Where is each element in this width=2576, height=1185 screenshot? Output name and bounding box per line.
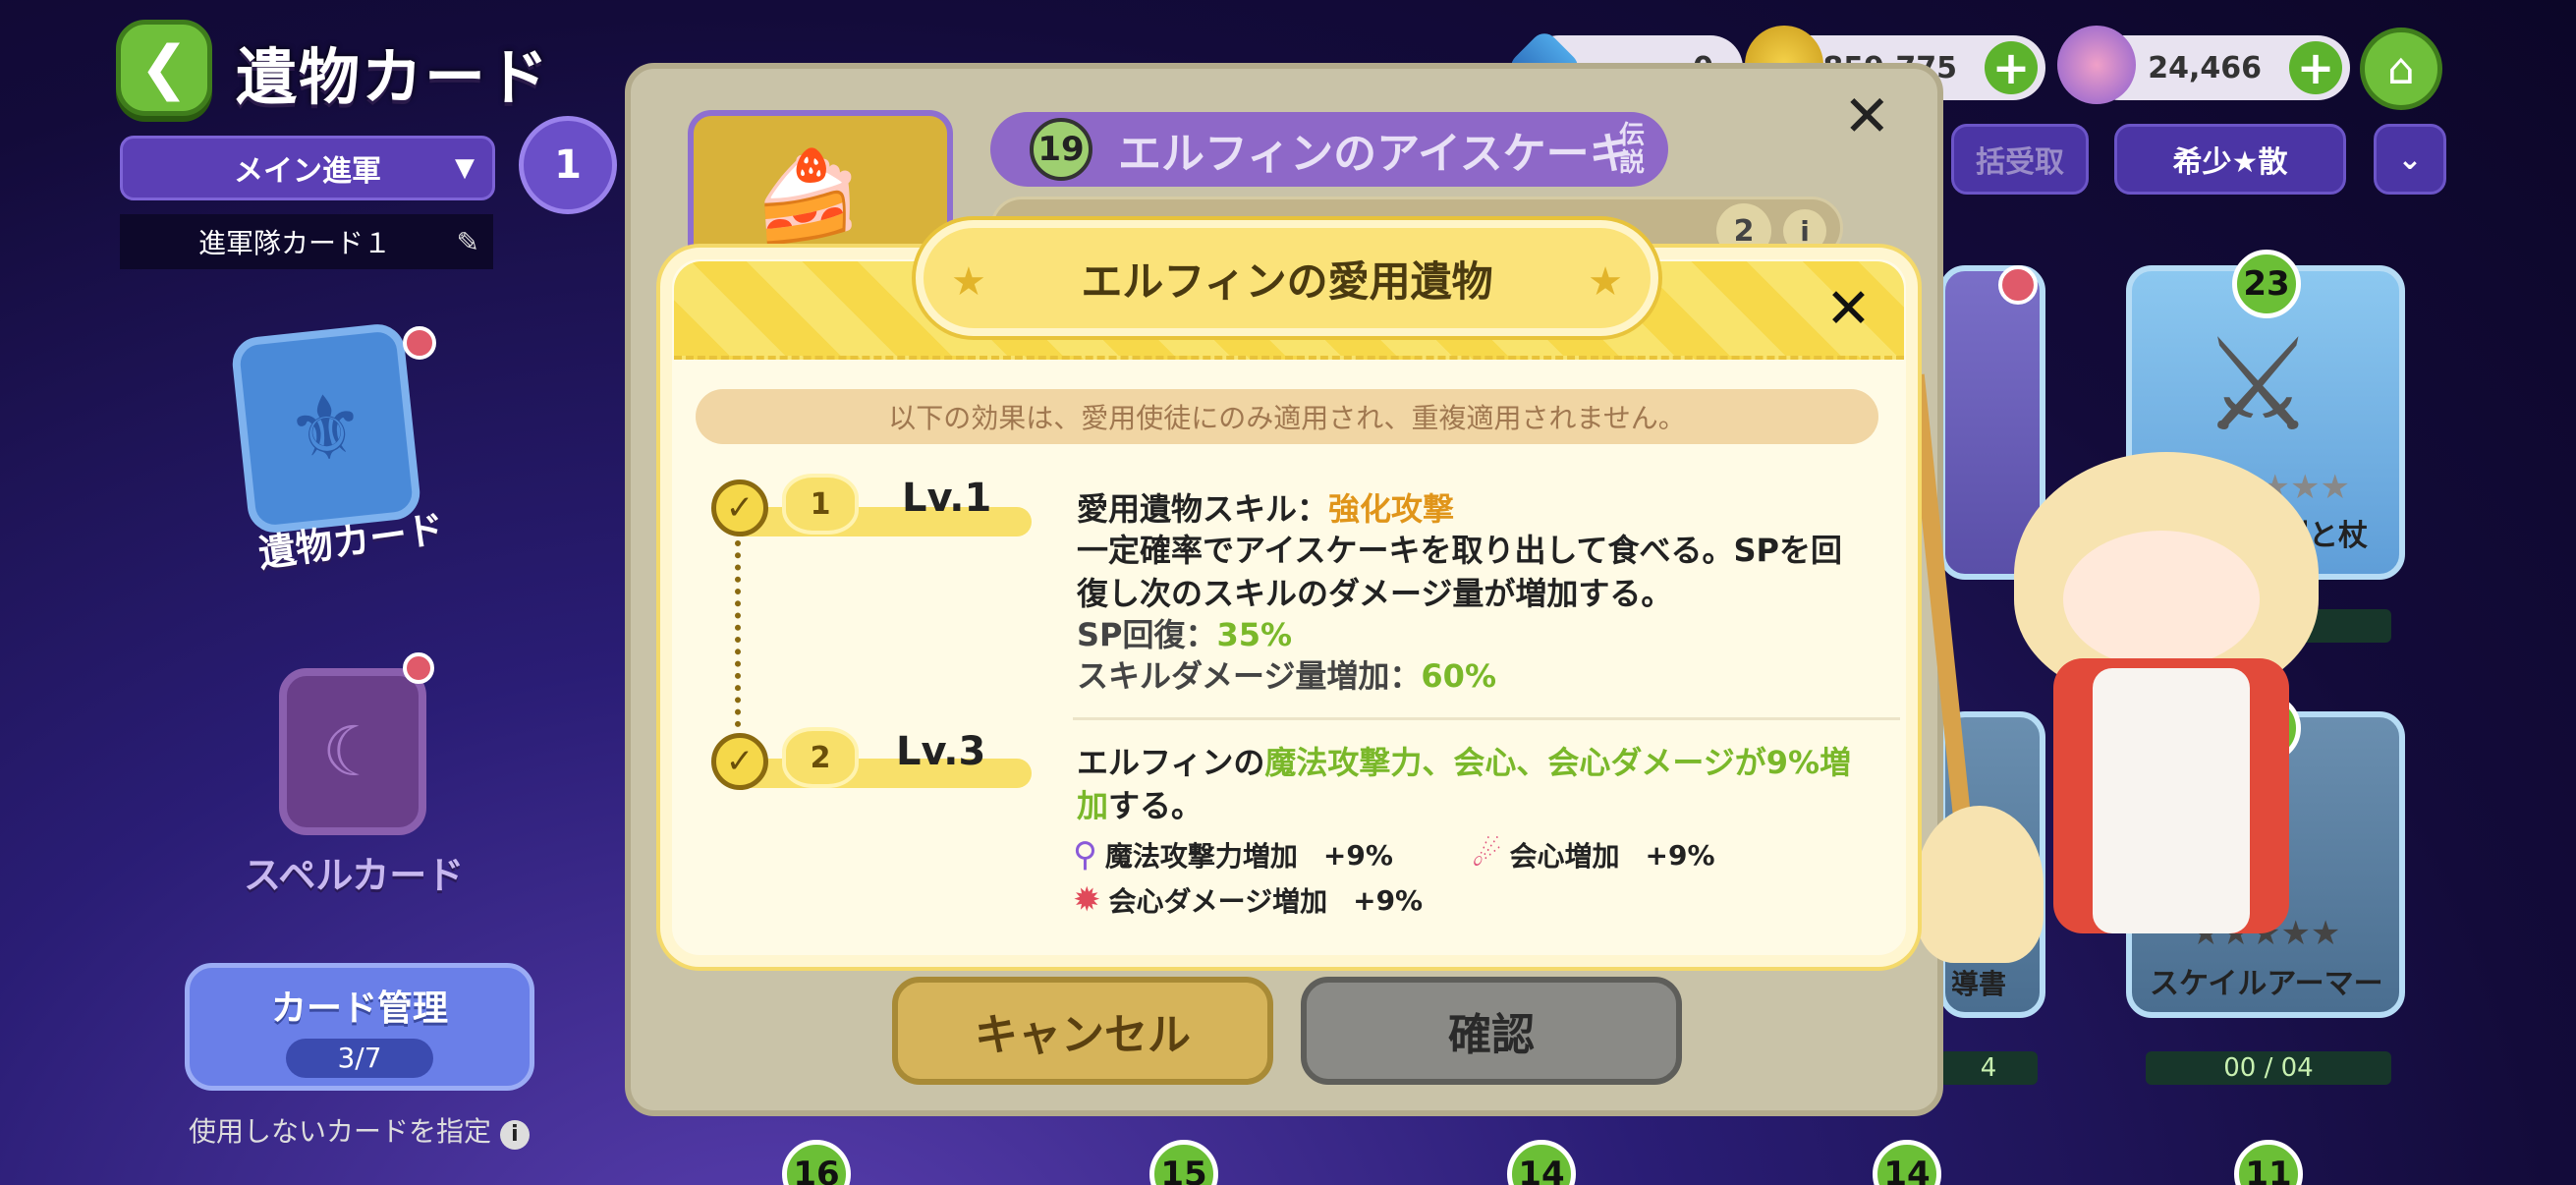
flower-counter: 24,466 +: [2057, 26, 2350, 104]
close-icon[interactable]: ✕: [1843, 83, 1891, 149]
bulk-collect-tab[interactable]: 括受取: [1951, 124, 2089, 195]
info-icon: i: [499, 1120, 530, 1150]
double-chevron-down-icon: ⌄: [2397, 141, 2423, 177]
tier-connector: [735, 540, 741, 727]
dialog-title: ★ エルフィンの愛用遺物 ★: [916, 220, 1658, 336]
rarity-label: 伝説: [1619, 121, 1646, 178]
cake-icon: 🍰: [753, 145, 864, 249]
add-gold-button[interactable]: +: [1985, 41, 2038, 94]
new-badge-icon: [403, 652, 434, 684]
level-badge: 19: [1030, 118, 1092, 181]
tier-step-badge: 1: [782, 474, 859, 535]
deck-number-button[interactable]: 1: [519, 116, 617, 214]
manage-count: 3/7: [286, 1039, 433, 1078]
relic-image: 🍰: [688, 110, 953, 267]
card-manage-button[interactable]: カード管理 3/7: [185, 963, 534, 1091]
cancel-button[interactable]: キャンセル: [892, 977, 1273, 1085]
magic-wand-icon: ⚲: [1073, 835, 1097, 875]
character-illustration: [1906, 373, 2456, 963]
tier-level: Lv.1: [902, 476, 992, 521]
card-count: 4: [1939, 1051, 2038, 1085]
tier1-stat-sp: SP回復：35%: [1077, 616, 1293, 653]
confirm-button[interactable]: 確認: [1301, 977, 1682, 1085]
spell-card-tab[interactable]: ☾: [279, 668, 426, 835]
check-icon: ✓: [711, 733, 768, 790]
wizard-hat-icon: ☾: [321, 711, 384, 792]
crit-damage-icon: ✹: [1073, 880, 1101, 920]
sort-tab[interactable]: 希少★散: [2114, 124, 2346, 195]
unused-card-setting[interactable]: 使用しないカードを指定 i: [189, 1110, 530, 1150]
close-icon[interactable]: ✕: [1825, 277, 1872, 341]
tier-level: Lv.3: [896, 729, 986, 774]
chevron-down-icon: ▼: [455, 153, 475, 183]
stat-crit: ☄ 会心増加 +9%: [1472, 835, 1715, 875]
tier-step-badge: 2: [782, 727, 859, 788]
info-icon[interactable]: i: [1783, 209, 1826, 253]
star-icon: ★: [951, 259, 986, 305]
pencil-icon: ✎: [456, 225, 479, 258]
flower-icon: [2057, 26, 2136, 104]
relic-card-tab[interactable]: ⚜: [230, 321, 422, 536]
tier1-stat-damage: スキルダメージ量増加：60%: [1077, 657, 1496, 695]
crit-slash-icon: ☄: [1472, 835, 1502, 875]
stat-crit-damage: ✹ 会心ダメージ増加 +9%: [1073, 880, 1424, 920]
shield-sword-icon: ⚜: [281, 372, 371, 484]
stat-magic-attack: ⚲ 魔法攻撃力増加 +9%: [1073, 835, 1393, 875]
level-badge: 23: [2232, 250, 2301, 318]
card-name: スケイルアーマー: [2150, 967, 2383, 1001]
add-flower-button[interactable]: +: [2289, 41, 2342, 94]
deck-name[interactable]: 進軍隊カード１ ✎: [120, 214, 493, 269]
tier1-description: 一定確率でアイスケーキを取り出して食べる。SPを回復し次のスキルのダメージ量が増…: [1077, 532, 1842, 612]
spell-card-label: スペルカード: [244, 854, 465, 897]
expand-button[interactable]: ⌄: [2374, 124, 2446, 195]
check-icon: ✓: [711, 480, 768, 536]
home-icon: ⌂: [2387, 43, 2415, 94]
home-button[interactable]: ⌂: [2360, 28, 2442, 110]
star-icon: ★: [1588, 259, 1623, 305]
back-button[interactable]: ❮: [116, 20, 212, 116]
relic-name-pill: 19 エルフィンのアイスケーキ 伝説: [990, 112, 1668, 187]
tier-bar: [737, 759, 1032, 788]
tier2-description: エルフィンの魔法攻撃力、会心、会心ダメージが9%増加する。: [1077, 744, 1852, 824]
new-badge-icon: [1998, 265, 2038, 305]
card-name: 導書: [1951, 968, 2007, 1000]
new-badge-icon: [403, 326, 436, 360]
chevron-left-icon: ❮: [139, 33, 190, 102]
dialog-notice: 以下の効果は、愛用使徒にのみ適用され、重複適用されません。: [696, 389, 1878, 444]
divider: [1073, 717, 1900, 720]
page-title: 遺物カード: [236, 41, 551, 113]
tier1-skill: 愛用遺物スキル：強化攻撃: [1077, 490, 1455, 528]
card-count: 00 / 04: [2146, 1051, 2391, 1085]
deck-select[interactable]: メイン進軍 ▼: [120, 136, 495, 200]
